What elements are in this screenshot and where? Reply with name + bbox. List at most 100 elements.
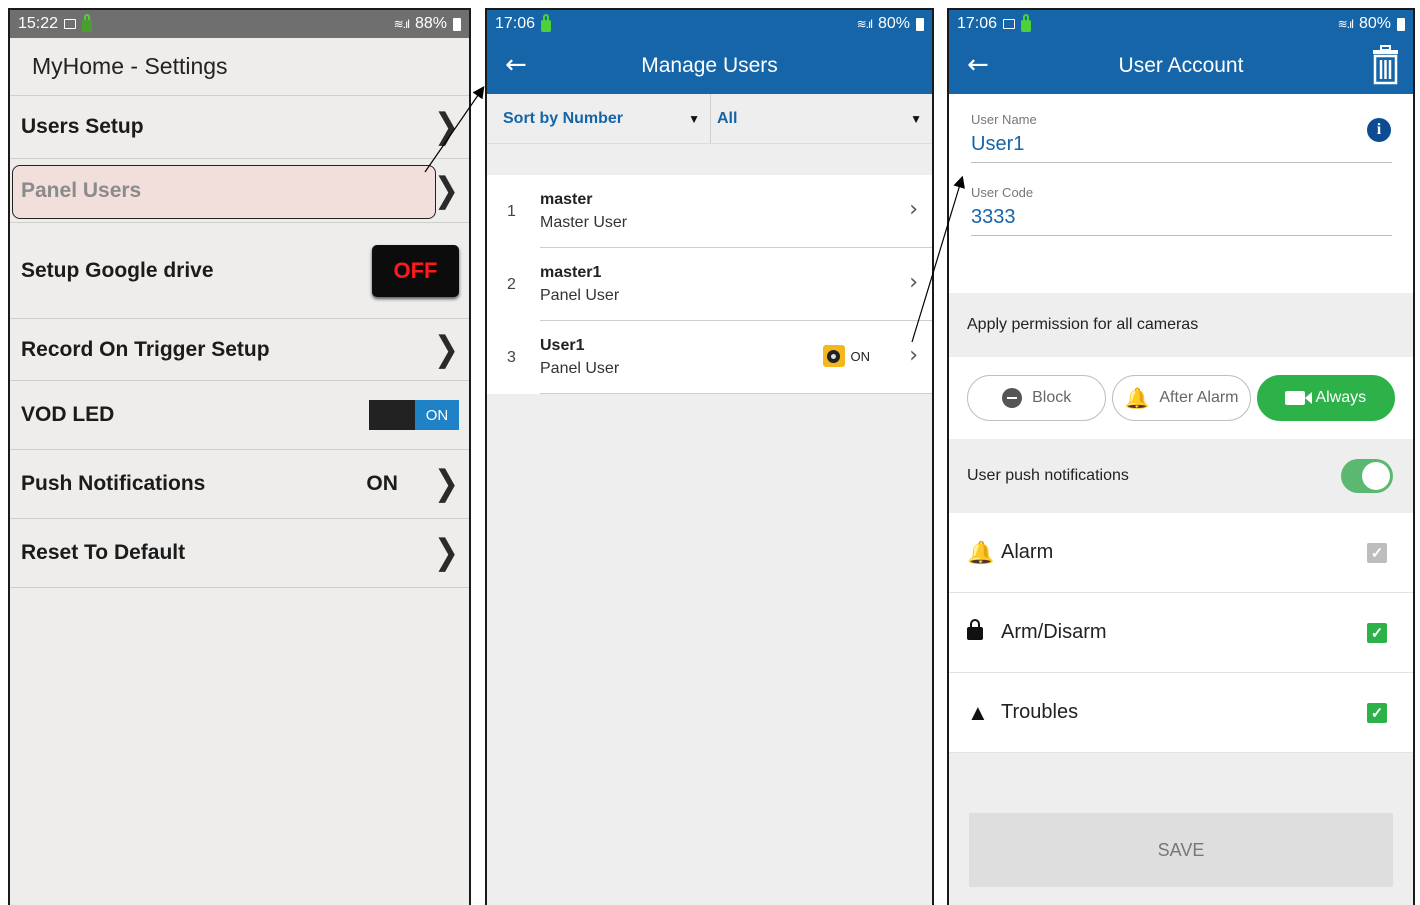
info-icon[interactable]: i — [1367, 118, 1391, 142]
sort-dropdown[interactable]: Sort by Number ▼ — [487, 94, 710, 143]
settings-item-reset-default[interactable]: Reset To Default ❯ — [10, 519, 469, 588]
gallery-icon — [64, 19, 77, 29]
user-role: Master User — [540, 213, 628, 231]
user-code-field[interactable]: User Code 3333 — [971, 185, 1392, 236]
user-role: Panel User — [540, 286, 620, 304]
camera-permission-options: Block 🔔 After Alarm Always — [949, 357, 1413, 439]
warning-icon: ▲ — [967, 699, 989, 725]
user-number: 3 — [507, 348, 516, 366]
user-number: 2 — [507, 275, 516, 293]
lock-status-icon — [541, 14, 552, 32]
vod-led-toggle[interactable]: ON — [369, 400, 459, 430]
user-name: master1 — [540, 263, 602, 281]
toggle-state: ON — [415, 400, 459, 430]
user-list: 1 master Master User › 2 master1 Panel U… — [487, 175, 932, 394]
settings-item-label: Push Notifications — [21, 472, 206, 495]
user-code-label: User Code — [971, 185, 1034, 200]
chevron-right-icon: ❯ — [433, 106, 459, 147]
user-row[interactable]: 1 master Master User › — [487, 175, 932, 248]
battery-percent: 88% — [414, 15, 447, 32]
alarm-checkbox: ✓ — [1367, 542, 1387, 563]
troubles-checkbox[interactable]: ✓ — [1367, 702, 1387, 723]
trash-icon[interactable] — [1372, 45, 1399, 85]
camera-permission-label: Apply permission for all cameras — [949, 293, 1413, 357]
type-filter-dropdown[interactable]: All ▼ — [710, 94, 932, 143]
lock-icon — [967, 618, 1001, 646]
camera-icon — [822, 345, 845, 367]
block-icon — [1002, 388, 1023, 408]
save-button[interactable]: SAVE — [969, 813, 1393, 887]
push-toggle[interactable] — [1341, 459, 1393, 493]
notification-label: Troubles — [1001, 701, 1079, 723]
battery-percent: 80% — [877, 15, 910, 32]
filter-bar: Sort by Number ▼ All ▼ — [487, 94, 932, 144]
status-bar: 17:06 ≋.ıl 80% — [487, 10, 932, 38]
user-row[interactable]: 3 User1 Panel User ON › — [487, 321, 932, 394]
chevron-right-icon: ❯ — [433, 463, 459, 504]
settings-item-label: Setup Google drive — [21, 258, 214, 282]
permission-label: After Alarm — [1159, 389, 1239, 406]
settings-screen: 15:22 ≋.ıl 88% MyHome - Settings Users S… — [8, 8, 471, 905]
settings-item-google-drive[interactable]: Setup Google drive OFF — [10, 223, 469, 319]
status-bar: 15:22 ≋.ıl 88% — [10, 10, 469, 38]
page-title: User Account — [1118, 54, 1244, 77]
manage-users-screen: 17:06 ≋.ıl 80% ← Manage Users Sort by Nu… — [485, 8, 934, 905]
permission-block-button[interactable]: Block — [967, 375, 1107, 421]
push-notifications-value: ON — [366, 472, 398, 495]
battery-icon — [1397, 17, 1405, 31]
type-filter-value: All — [717, 109, 738, 127]
google-drive-off-button[interactable]: OFF — [372, 244, 459, 297]
notification-alarm-row: 🔔 Alarm ✓ — [949, 513, 1413, 593]
page-title: MyHome - Settings — [10, 38, 469, 96]
signal-icon: ≋.ıl — [1337, 17, 1354, 31]
user-form: User Name User1 i User Code 3333 — [949, 94, 1413, 293]
back-arrow-icon[interactable]: ← — [967, 50, 989, 80]
user-name-field[interactable]: User Name User1 i — [971, 112, 1392, 163]
sort-dropdown-value: Sort by Number — [503, 109, 624, 127]
permission-label: Always — [1315, 389, 1367, 406]
signal-icon: ≋.ıl — [856, 17, 873, 31]
settings-item-label: Record On Trigger Setup — [21, 337, 270, 361]
alarm-bell-icon: 🔔 — [967, 539, 995, 565]
user-name-label: User Name — [971, 112, 1037, 127]
user-code-input[interactable]: 3333 — [971, 200, 1392, 236]
dropdown-caret-icon: ▼ — [688, 111, 700, 126]
chevron-right-icon: › — [909, 270, 918, 295]
user-number: 1 — [507, 202, 516, 220]
notification-troubles-row: ▲ Troubles ✓ — [949, 673, 1413, 753]
gallery-icon — [1003, 19, 1016, 29]
permission-label: Block — [1032, 389, 1072, 406]
user-name: master — [540, 190, 593, 208]
status-time: 17:06 — [495, 15, 536, 32]
permission-after-alarm-button[interactable]: 🔔 After Alarm — [1112, 375, 1251, 421]
settings-item-users-setup[interactable]: Users Setup ❯ — [10, 96, 469, 159]
notification-label: Arm/Disarm — [1001, 621, 1107, 643]
battery-icon — [453, 17, 461, 31]
chevron-right-icon: › — [909, 343, 918, 368]
signal-icon: ≋.ıl — [393, 17, 410, 31]
user-row[interactable]: 2 master1 Panel User › — [487, 248, 932, 321]
back-arrow-icon[interactable]: ← — [505, 50, 527, 80]
lock-status-icon — [82, 14, 93, 32]
user-name-input[interactable]: User1 — [971, 127, 1392, 163]
settings-item-record-on-trigger[interactable]: Record On Trigger Setup ❯ — [10, 319, 469, 381]
settings-item-panel-users[interactable]: Panel Users ❯ — [10, 159, 469, 223]
permission-always-button[interactable]: Always — [1256, 375, 1395, 421]
user-push-row: User push notifications — [949, 439, 1413, 513]
arm-disarm-checkbox[interactable]: ✓ — [1367, 622, 1387, 643]
settings-item-label: Users Setup — [21, 115, 144, 138]
settings-item-push-notifications[interactable]: Push Notifications ON ❯ — [10, 450, 469, 519]
app-bar: ← User Account — [949, 38, 1413, 94]
settings-item-label: Panel Users — [21, 178, 142, 202]
chevron-right-icon: › — [909, 197, 918, 222]
notification-arm-disarm-row: Arm/Disarm ✓ — [949, 593, 1413, 673]
dropdown-caret-icon: ▼ — [910, 111, 922, 126]
page-title: Manage Users — [641, 54, 778, 77]
settings-item-label: VOD LED — [21, 403, 115, 426]
chevron-right-icon: ❯ — [433, 328, 459, 370]
battery-percent: 80% — [1358, 15, 1391, 32]
status-bar: 17:06 ≋.ıl 80% — [949, 10, 1413, 38]
status-time: 17:06 — [957, 15, 998, 32]
push-label: User push notifications — [967, 467, 1129, 484]
notification-label: Alarm — [1001, 541, 1054, 563]
